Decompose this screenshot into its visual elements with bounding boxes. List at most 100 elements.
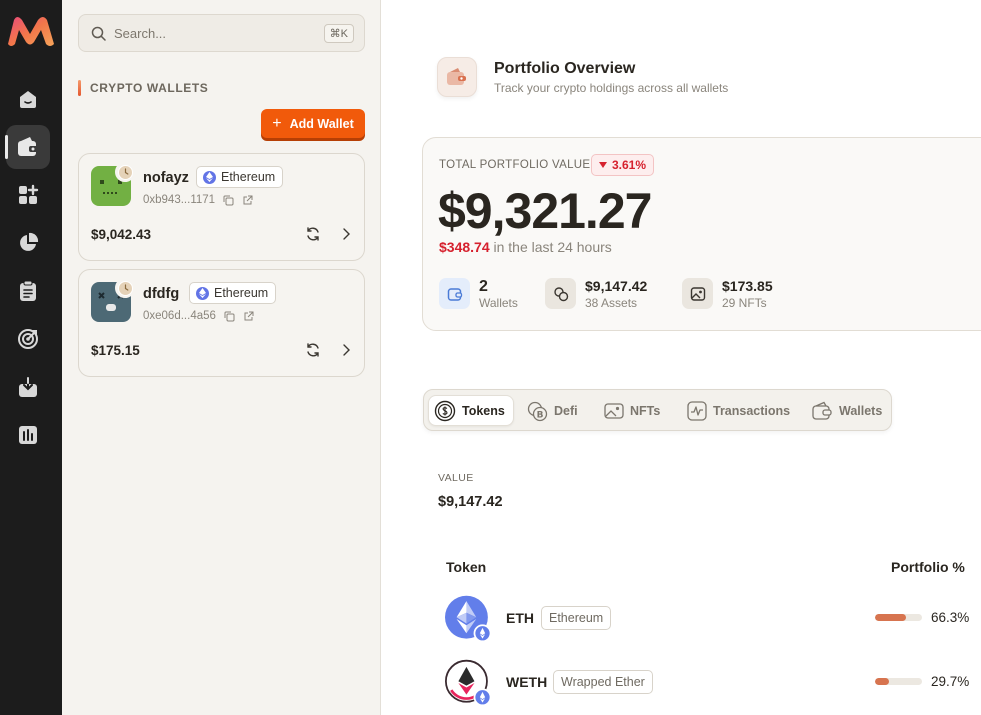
portfolio-share-fill <box>875 678 889 685</box>
external-link-icon[interactable] <box>242 195 253 206</box>
svg-text:B: B <box>537 410 544 420</box>
search-box[interactable]: ⌘K <box>78 14 365 52</box>
portfolio-share-pct: 29.7% <box>931 674 970 689</box>
wallet-address: 0xb943...1171 <box>143 194 216 206</box>
refresh-icon[interactable] <box>305 226 321 242</box>
nav-apps[interactable] <box>6 173 50 217</box>
delta-amount: $348.74 <box>439 239 490 255</box>
stat-nfts: $173.85 29 NFTs <box>682 278 773 311</box>
portfolio-summary-card: TOTAL PORTFOLIO VALUE 3.61% $9,321.27 $3… <box>422 137 981 331</box>
total-value-label: TOTAL PORTFOLIO VALUE <box>439 159 591 171</box>
wallet-panel: ⌘K CRYPTO WALLETS + Add Wallet nofayz Et… <box>62 0 381 715</box>
change-badge: 3.61% <box>591 154 655 176</box>
tab-wallets-label: Wallets <box>839 403 883 418</box>
image-icon <box>604 402 624 419</box>
copy-icon[interactable] <box>223 195 234 206</box>
wallet-icon <box>18 137 38 156</box>
clock-badge-icon <box>117 280 133 296</box>
brand-logo[interactable] <box>6 14 56 50</box>
assets-value: $9,147.42 <box>585 278 648 294</box>
tab-defi[interactable]: B Defi <box>521 395 586 426</box>
token-symbol: WETH <box>506 674 548 690</box>
value-change-line: $348.74 in the last 24 hours <box>439 239 612 255</box>
stat-wallets-icon-wrap <box>439 278 470 309</box>
tab-nfts[interactable]: NFTs <box>599 395 668 426</box>
token-row[interactable]: WETH Wrapped Ether 29.7% <box>445 658 975 710</box>
wallet-address-row: 0xb943...1171 <box>143 194 253 206</box>
tab-transactions-label: Transactions <box>713 403 791 418</box>
plus-icon: + <box>272 114 282 132</box>
portfolio-share-pct: 66.3% <box>931 610 970 625</box>
portfolio-header-icon <box>437 57 477 97</box>
chain-name: Ethereum <box>221 170 276 184</box>
column-header-portfolio-pct[interactable]: Portfolio % <box>891 559 965 575</box>
nav-charts[interactable] <box>6 413 50 457</box>
section-accent-bar <box>78 80 81 96</box>
activity-icon <box>687 400 707 421</box>
add-wallet-button[interactable]: + Add Wallet <box>261 109 365 138</box>
icon-rail <box>0 0 62 715</box>
wallet-balance: $175.15 <box>91 343 140 358</box>
nav-reports[interactable] <box>6 269 50 313</box>
wallets-label: Wallets <box>479 296 518 310</box>
wallet-icon <box>812 401 832 420</box>
portfolio-share-fill <box>875 614 907 621</box>
page-subtitle: Track your crypto holdings across all wa… <box>494 81 729 95</box>
tab-defi-label: Defi <box>554 403 578 418</box>
weth-token-icon <box>445 659 492 707</box>
clipboard-icon <box>20 280 36 301</box>
change-percent: 3.61% <box>612 158 647 172</box>
avatar-badge <box>115 162 135 182</box>
wallet-icon <box>447 287 462 301</box>
pie-chart-icon <box>20 232 39 251</box>
eth-token-icon <box>445 595 492 643</box>
nfts-value: $173.85 <box>722 278 773 294</box>
bitcoin-coins-icon: B <box>527 401 548 421</box>
total-portfolio-value: $9,321.27 <box>438 183 652 239</box>
coins-icon <box>553 286 568 301</box>
tab-tokens[interactable]: Tokens <box>428 395 514 426</box>
dollar-coin-icon <box>434 400 456 421</box>
page-title: Portfolio Overview <box>494 60 636 77</box>
nav-analytics[interactable] <box>6 221 50 265</box>
wallet-address: 0xe06d...4a56 <box>143 310 216 322</box>
nav-import[interactable] <box>6 365 50 409</box>
tab-nfts-label: NFTs <box>630 403 661 418</box>
nav-home[interactable] <box>6 77 50 121</box>
stat-assets-icon-wrap <box>545 278 576 309</box>
tab-tokens-label: Tokens <box>462 403 505 418</box>
chevron-right-icon[interactable] <box>338 226 354 242</box>
column-header-token[interactable]: Token <box>446 559 486 575</box>
wallet-card[interactable]: dfdfg Ethereum 0xe06d...4a56 $175.15 <box>78 269 365 377</box>
external-link-icon[interactable] <box>243 311 254 322</box>
wallet-icon <box>447 68 466 85</box>
copy-icon[interactable] <box>224 311 235 322</box>
clock-badge-icon <box>117 164 133 180</box>
token-row[interactable]: ETH Ethereum 66.3% <box>445 594 975 646</box>
chevron-right-icon[interactable] <box>338 342 354 358</box>
wallets-section-label: CRYPTO WALLETS <box>90 81 209 95</box>
tokens-value-amount: $9,147.42 <box>438 494 503 510</box>
wallet-address-row: 0xe06d...4a56 <box>143 310 254 322</box>
portfolio-tabs: Tokens B Defi NFTs Transactions Wallets <box>423 389 892 431</box>
home-icon <box>20 91 36 108</box>
nav-goals[interactable] <box>6 317 50 361</box>
target-icon <box>18 329 38 349</box>
bar-chart-icon <box>19 426 37 444</box>
chain-badge: Ethereum <box>196 166 284 188</box>
portfolio-share-bar <box>875 614 922 621</box>
stat-wallets: 2 Wallets <box>439 278 518 311</box>
refresh-icon[interactable] <box>305 342 321 358</box>
search-input[interactable] <box>114 25 324 41</box>
nav-wallets[interactable] <box>5 125 50 169</box>
token-symbol: ETH <box>506 610 534 626</box>
tab-wallets[interactable]: Wallets <box>806 395 890 426</box>
tab-transactions[interactable]: Transactions <box>682 395 798 426</box>
wallet-card[interactable]: nofayz Ethereum 0xb943...1171 $9,042.43 <box>78 153 365 261</box>
add-wallet-label: Add Wallet <box>289 116 354 131</box>
wallet-name: nofayz <box>143 170 189 186</box>
stat-assets: $9,147.42 38 Assets <box>545 278 647 311</box>
download-icon <box>19 377 37 397</box>
wallets-count: 2 <box>479 278 488 295</box>
wallet-name: dfdfg <box>143 286 180 302</box>
